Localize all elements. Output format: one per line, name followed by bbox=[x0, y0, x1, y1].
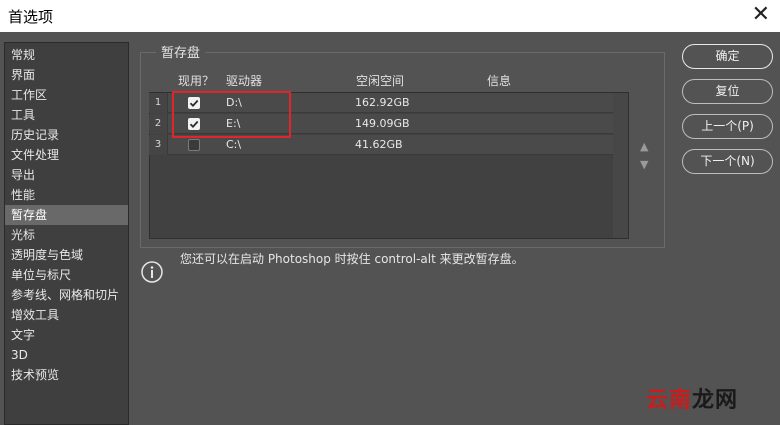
sidebar-item-guides-grid-slices[interactable]: 参考线、网格和切片 bbox=[5, 285, 128, 305]
column-header-info: 信息 bbox=[487, 74, 512, 88]
title-bar: 首选项 ✕ bbox=[0, 0, 780, 32]
group-title: 暂存盘 bbox=[156, 42, 206, 61]
info-text: 您还可以在启动 Photoshop 时按住 control-alt 来更改暂存盘… bbox=[180, 252, 524, 266]
sidebar-item-type[interactable]: 文字 bbox=[5, 325, 128, 345]
table-row[interactable]: 3 C:\ 41.62GB bbox=[149, 135, 613, 155]
sidebar-item-transparency-gamut[interactable]: 透明度与色域 bbox=[5, 245, 128, 265]
sidebar-item-label: 参考线、网格和切片 bbox=[11, 288, 120, 302]
row-number: 2 bbox=[149, 114, 168, 134]
watermark: 云南龙网 bbox=[646, 382, 738, 414]
ok-button[interactable]: 确定 bbox=[682, 44, 773, 69]
row-number: 3 bbox=[149, 135, 168, 155]
sidebar-item-label: 暂存盘 bbox=[11, 208, 48, 222]
drive-name: C:\ bbox=[226, 138, 242, 151]
sidebar-item-label: 界面 bbox=[11, 68, 36, 82]
sidebar-item-history[interactable]: 历史记录 bbox=[5, 125, 128, 145]
free-space: 162.92GB bbox=[355, 96, 410, 109]
sidebar-item-units-rulers[interactable]: 单位与标尺 bbox=[5, 265, 128, 285]
sidebar-item-label: 历史记录 bbox=[11, 128, 60, 142]
row-number: 1 bbox=[149, 93, 168, 113]
window-title: 首选项 bbox=[8, 8, 54, 26]
sidebar-item-label: 光标 bbox=[11, 228, 36, 242]
sidebar-item-tools[interactable]: 工具 bbox=[5, 105, 128, 125]
sidebar-item-label: 文件处理 bbox=[11, 148, 60, 162]
next-button[interactable]: 下一个(N) bbox=[682, 149, 773, 174]
sidebar-item-plugins[interactable]: 增效工具 bbox=[5, 305, 128, 325]
active-checkbox[interactable] bbox=[188, 139, 200, 151]
previous-button[interactable]: 上一个(P) bbox=[682, 114, 773, 139]
sidebar-item-label: 增效工具 bbox=[11, 308, 60, 322]
reset-button[interactable]: 复位 bbox=[682, 79, 773, 104]
watermark-part2: 龙网 bbox=[692, 388, 739, 413]
annotation-highlight-box bbox=[172, 91, 291, 138]
free-space: 149.09GB bbox=[355, 117, 410, 130]
sidebar-item-technology-previews[interactable]: 技术预览 bbox=[5, 365, 128, 385]
column-header-active: 现用？ bbox=[178, 74, 215, 88]
info-icon bbox=[141, 261, 163, 283]
sidebar-item-cursors[interactable]: 光标 bbox=[5, 225, 128, 245]
move-down-arrow-icon[interactable]: ▼ bbox=[640, 158, 648, 171]
sidebar-item-general[interactable]: 常规 bbox=[5, 45, 128, 65]
close-icon[interactable]: ✕ bbox=[752, 2, 770, 28]
sidebar-item-label: 工作区 bbox=[11, 88, 48, 102]
column-header-free-space: 空闲空间 bbox=[356, 74, 405, 88]
sidebar-item-label: 单位与标尺 bbox=[11, 268, 72, 282]
sidebar-item-interface[interactable]: 界面 bbox=[5, 65, 128, 85]
preferences-sidebar: 常规 界面 工作区 工具 历史记录 文件处理 导出 性能 暂存盘 光标 透明度与… bbox=[4, 42, 129, 425]
sidebar-item-export[interactable]: 导出 bbox=[5, 165, 128, 185]
watermark-part1: 云南 bbox=[646, 388, 693, 413]
sidebar-item-label: 常规 bbox=[11, 48, 36, 62]
sidebar-item-label: 工具 bbox=[11, 108, 36, 122]
table-scrollbar[interactable] bbox=[613, 93, 628, 238]
sidebar-item-label: 透明度与色域 bbox=[11, 248, 84, 262]
sidebar-item-workspace[interactable]: 工作区 bbox=[5, 85, 128, 105]
sidebar-item-file-handling[interactable]: 文件处理 bbox=[5, 145, 128, 165]
move-up-arrow-icon[interactable]: ▲ bbox=[640, 140, 648, 153]
column-header-drive: 驱动器 bbox=[226, 74, 263, 88]
free-space: 41.62GB bbox=[355, 138, 403, 151]
sidebar-item-performance[interactable]: 性能 bbox=[5, 185, 128, 205]
sidebar-item-3d[interactable]: 3D bbox=[5, 345, 128, 365]
sidebar-item-label: 3D bbox=[11, 348, 28, 362]
sidebar-item-scratch-disks[interactable]: 暂存盘 bbox=[5, 205, 128, 225]
sidebar-item-label: 技术预览 bbox=[11, 368, 60, 382]
sidebar-item-label: 文字 bbox=[11, 328, 36, 342]
sidebar-item-label: 性能 bbox=[11, 188, 36, 202]
sidebar-item-label: 导出 bbox=[11, 168, 36, 182]
